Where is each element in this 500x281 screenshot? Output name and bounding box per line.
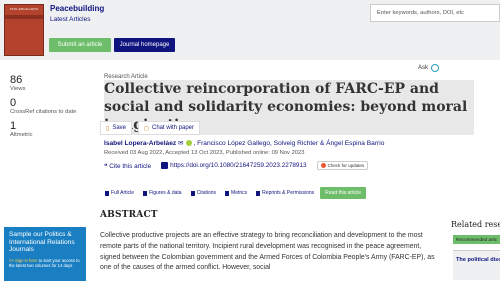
- journals-promo-banner[interactable]: Sample our Politics & International Rela…: [4, 227, 86, 281]
- tab-metrics[interactable]: Metrics: [222, 188, 250, 198]
- cite-article-link[interactable]: ❝ Cite this article: [104, 162, 151, 170]
- recommended-articles-tab[interactable]: Recommended artic: [453, 235, 500, 244]
- journal-homepage-button[interactable]: Journal homepage: [114, 38, 175, 52]
- promo-subtext: >> Sign in here to start your access to …: [9, 258, 81, 269]
- bookmark-icon: ▯: [106, 125, 110, 132]
- chat-label: Chat with paper: [151, 125, 195, 131]
- crossref-label: CrossRef citations to date: [10, 108, 77, 115]
- promo-title: Sample our Politics & International Rela…: [9, 231, 75, 254]
- author-list: Isabel Lopera-Arbeláez ✉ , Francisco Lóp…: [104, 139, 484, 147]
- tab-full-article[interactable]: Full Article: [102, 188, 137, 198]
- latest-articles-link[interactable]: Latest Articles: [50, 16, 90, 23]
- check-updates-icon: [320, 163, 326, 168]
- document-icon: [105, 190, 109, 196]
- article-metrics: 86 Views 0 CrossRef citations to date 1 …: [10, 75, 80, 143]
- tab-label: Reprints & Permissions: [262, 190, 315, 196]
- citations-icon: [190, 190, 195, 196]
- journal-cover-image[interactable]: PEACEBUILDING: [4, 4, 44, 56]
- crossref-count: 0: [10, 96, 17, 109]
- tab-citations[interactable]: Citations: [188, 188, 219, 198]
- read-article-button[interactable]: Read this article: [320, 187, 366, 199]
- journal-header: PEACEBUILDING Peacebuilding Latest Artic…: [0, 0, 500, 60]
- altmetric-count: 1: [10, 119, 17, 132]
- doi-icon: [161, 161, 169, 169]
- save-label: Save: [112, 125, 126, 131]
- publication-dates: Received 03 Aug 2022, Accepted 13 Oct 20…: [104, 150, 305, 156]
- check-updates-badge[interactable]: Check for updates: [316, 161, 369, 170]
- doi-link[interactable]: https://doi.org/10.1080/21647259.2023.22…: [161, 161, 307, 170]
- author-main[interactable]: Isabel Lopera-Arbeláez: [104, 140, 176, 147]
- search-input[interactable]: Enter keywords, authors, DOI, etc: [370, 4, 500, 22]
- abstract-heading: ABSTRACT: [100, 210, 158, 220]
- related-article-link[interactable]: The political disc FARC-EP dissider: [453, 250, 500, 280]
- ask-label: Ask: [418, 65, 429, 71]
- metrics-icon: [225, 190, 230, 196]
- related-heading: Related resea: [451, 220, 500, 229]
- cite-row: ❝ Cite this article https://doi.org/10.1…: [104, 161, 404, 170]
- save-button[interactable]: ▯ Save: [100, 121, 132, 135]
- abstract-text: Collective productive projects are an ef…: [100, 232, 435, 272]
- related-research-panel: Related resea Recommended artic The poli…: [451, 220, 500, 280]
- email-icon[interactable]: ✉: [178, 140, 184, 147]
- article-action-bar: ▯ Save ◻ Chat with paper: [100, 121, 475, 135]
- ask-ai-icon: [431, 64, 440, 72]
- journal-name-link[interactable]: Peacebuilding: [50, 4, 104, 13]
- check-updates-label: Check for updates: [327, 163, 365, 168]
- author-others[interactable]: , Francisco López Gallego, Solveig Richt…: [193, 140, 384, 147]
- submit-article-button[interactable]: Submit an article: [49, 38, 111, 52]
- article-tabs: Full Article Figures & data Citations Me…: [102, 187, 366, 199]
- cite-label: Cite this article: [109, 162, 152, 170]
- tab-label: Citations: [196, 190, 217, 196]
- reprints-icon: [256, 190, 261, 196]
- altmetric-label[interactable]: Altmetric: [10, 132, 80, 140]
- doi-text: https://doi.org/10.1080/21647259.2023.22…: [170, 162, 307, 170]
- promo-sign-in-link[interactable]: >> Sign in here: [9, 258, 37, 263]
- tab-label: Figures & data: [149, 190, 182, 196]
- chat-with-paper-button[interactable]: ◻ Chat with paper: [138, 121, 201, 135]
- cover-band: [5, 15, 43, 19]
- orcid-icon[interactable]: [186, 140, 193, 147]
- tab-label: Full Article: [111, 190, 135, 196]
- tab-reprints-permissions[interactable]: Reprints & Permissions: [253, 188, 317, 198]
- views-count: 86: [10, 74, 23, 86]
- cover-title: PEACEBUILDING: [9, 8, 39, 11]
- ask-button[interactable]: Ask: [418, 64, 440, 72]
- figure-icon: [143, 190, 148, 196]
- tab-figures-data[interactable]: Figures & data: [140, 188, 185, 198]
- tab-label: Metrics: [231, 190, 248, 196]
- views-label: Views: [10, 86, 26, 92]
- chat-icon: ◻: [144, 125, 149, 132]
